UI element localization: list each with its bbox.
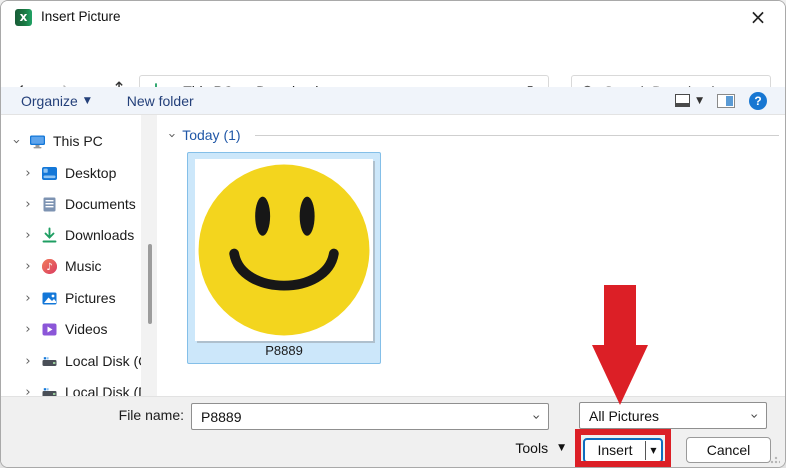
documents-icon: [43, 197, 56, 211]
view-mode-icon: [675, 94, 691, 107]
sidebar-item-documents[interactable]: › Documents: [21, 189, 135, 219]
window-title: Insert Picture: [41, 9, 121, 24]
music-icon: ♪: [42, 258, 57, 274]
tools-dropdown-icon: ▼: [558, 443, 565, 453]
sidebar-item-downloads[interactable]: › Downloads: [21, 220, 134, 250]
file-item-p8889[interactable]: P8889: [187, 152, 381, 364]
file-thumbnail: [195, 159, 373, 341]
dialog-body: › This PC › Desktop › Documents › Downlo…: [1, 115, 785, 398]
sidebar-item-desktop[interactable]: › Desktop: [21, 158, 116, 188]
file-list: › Today (1) P8889: [164, 115, 785, 398]
dialog-footer: File name: P8889 › All Pictures › Tools …: [1, 396, 785, 467]
videos-icon: [42, 323, 57, 335]
expand-icon[interactable]: ›: [21, 259, 35, 274]
file-name-input[interactable]: P8889 ›: [191, 403, 549, 430]
group-collapse-icon[interactable]: ›: [164, 132, 179, 137]
sidebar-item-local-disk-c[interactable]: › Local Disk (C:): [21, 346, 156, 376]
expand-icon[interactable]: ›: [21, 166, 35, 181]
excel-app-icon: x: [15, 9, 32, 26]
file-name-label: P8889: [265, 343, 303, 358]
file-type-select[interactable]: All Pictures ›: [579, 402, 767, 429]
sidebar-scrollbar-thumb[interactable]: [148, 244, 152, 324]
sidebar-item-this-pc[interactable]: › This PC: [9, 126, 103, 156]
navigation-bar: ← → › ↑ › This PC › Downloads › ↻ Search…: [1, 33, 785, 107]
insert-picture-dialog: x Insert Picture × ← → › ↑ › This PC › D…: [0, 0, 786, 468]
file-type-dropdown-icon[interactable]: ›: [746, 413, 762, 419]
expand-icon[interactable]: ›: [21, 197, 35, 212]
sidebar-item-videos[interactable]: › Videos: [21, 314, 107, 344]
sidebar-item-local-disk-d[interactable]: › Local Disk (D:): [21, 377, 156, 398]
file-name-dropdown-icon[interactable]: ›: [528, 414, 544, 420]
group-label: Today (1): [182, 127, 241, 143]
collapse-icon[interactable]: ›: [9, 134, 24, 148]
desktop-icon: [42, 166, 57, 180]
tools-button[interactable]: Tools ▼: [501, 440, 565, 456]
new-folder-button[interactable]: New folder: [127, 93, 194, 109]
file-type-value: All Pictures: [589, 407, 660, 424]
organize-button[interactable]: Organize ▼: [21, 93, 91, 109]
insert-button-label: Insert: [597, 442, 633, 458]
file-name-field-label: File name:: [118, 407, 184, 423]
title-bar: x Insert Picture ×: [1, 1, 785, 33]
smiley-face-image: [198, 164, 370, 336]
svg-text:♪: ♪: [46, 262, 52, 273]
preview-pane-icon[interactable]: [717, 93, 735, 108]
insert-dropdown-icon[interactable]: ▼: [646, 440, 661, 461]
this-pc-icon: [30, 135, 45, 148]
organize-dropdown-icon: ▼: [83, 95, 91, 106]
view-dropdown-icon: ▼: [696, 95, 703, 106]
disk-icon: [42, 356, 57, 366]
resize-grip[interactable]: [770, 454, 780, 464]
expand-icon[interactable]: ›: [21, 354, 35, 369]
command-toolbar: Organize ▼ New folder ▼ ?: [1, 87, 785, 115]
sidebar-item-music[interactable]: › ♪ Music: [21, 251, 101, 281]
change-view-button[interactable]: ▼: [675, 94, 703, 107]
help-icon[interactable]: ?: [749, 91, 767, 110]
downloads-icon: [42, 227, 57, 242]
expand-icon[interactable]: ›: [21, 228, 35, 243]
navigation-pane: › This PC › Desktop › Documents › Downlo…: [1, 115, 161, 398]
file-name-value: P8889: [201, 408, 242, 425]
insert-button[interactable]: Insert ▼: [583, 438, 663, 463]
cancel-button[interactable]: Cancel: [686, 437, 771, 463]
group-divider: [254, 134, 779, 136]
pictures-icon: [42, 292, 57, 304]
expand-icon[interactable]: ›: [21, 291, 35, 306]
sidebar-item-pictures[interactable]: › Pictures: [21, 283, 115, 313]
expand-icon[interactable]: ›: [21, 322, 35, 337]
close-icon[interactable]: ×: [743, 3, 773, 31]
group-header-today[interactable]: › Today (1): [164, 127, 779, 143]
